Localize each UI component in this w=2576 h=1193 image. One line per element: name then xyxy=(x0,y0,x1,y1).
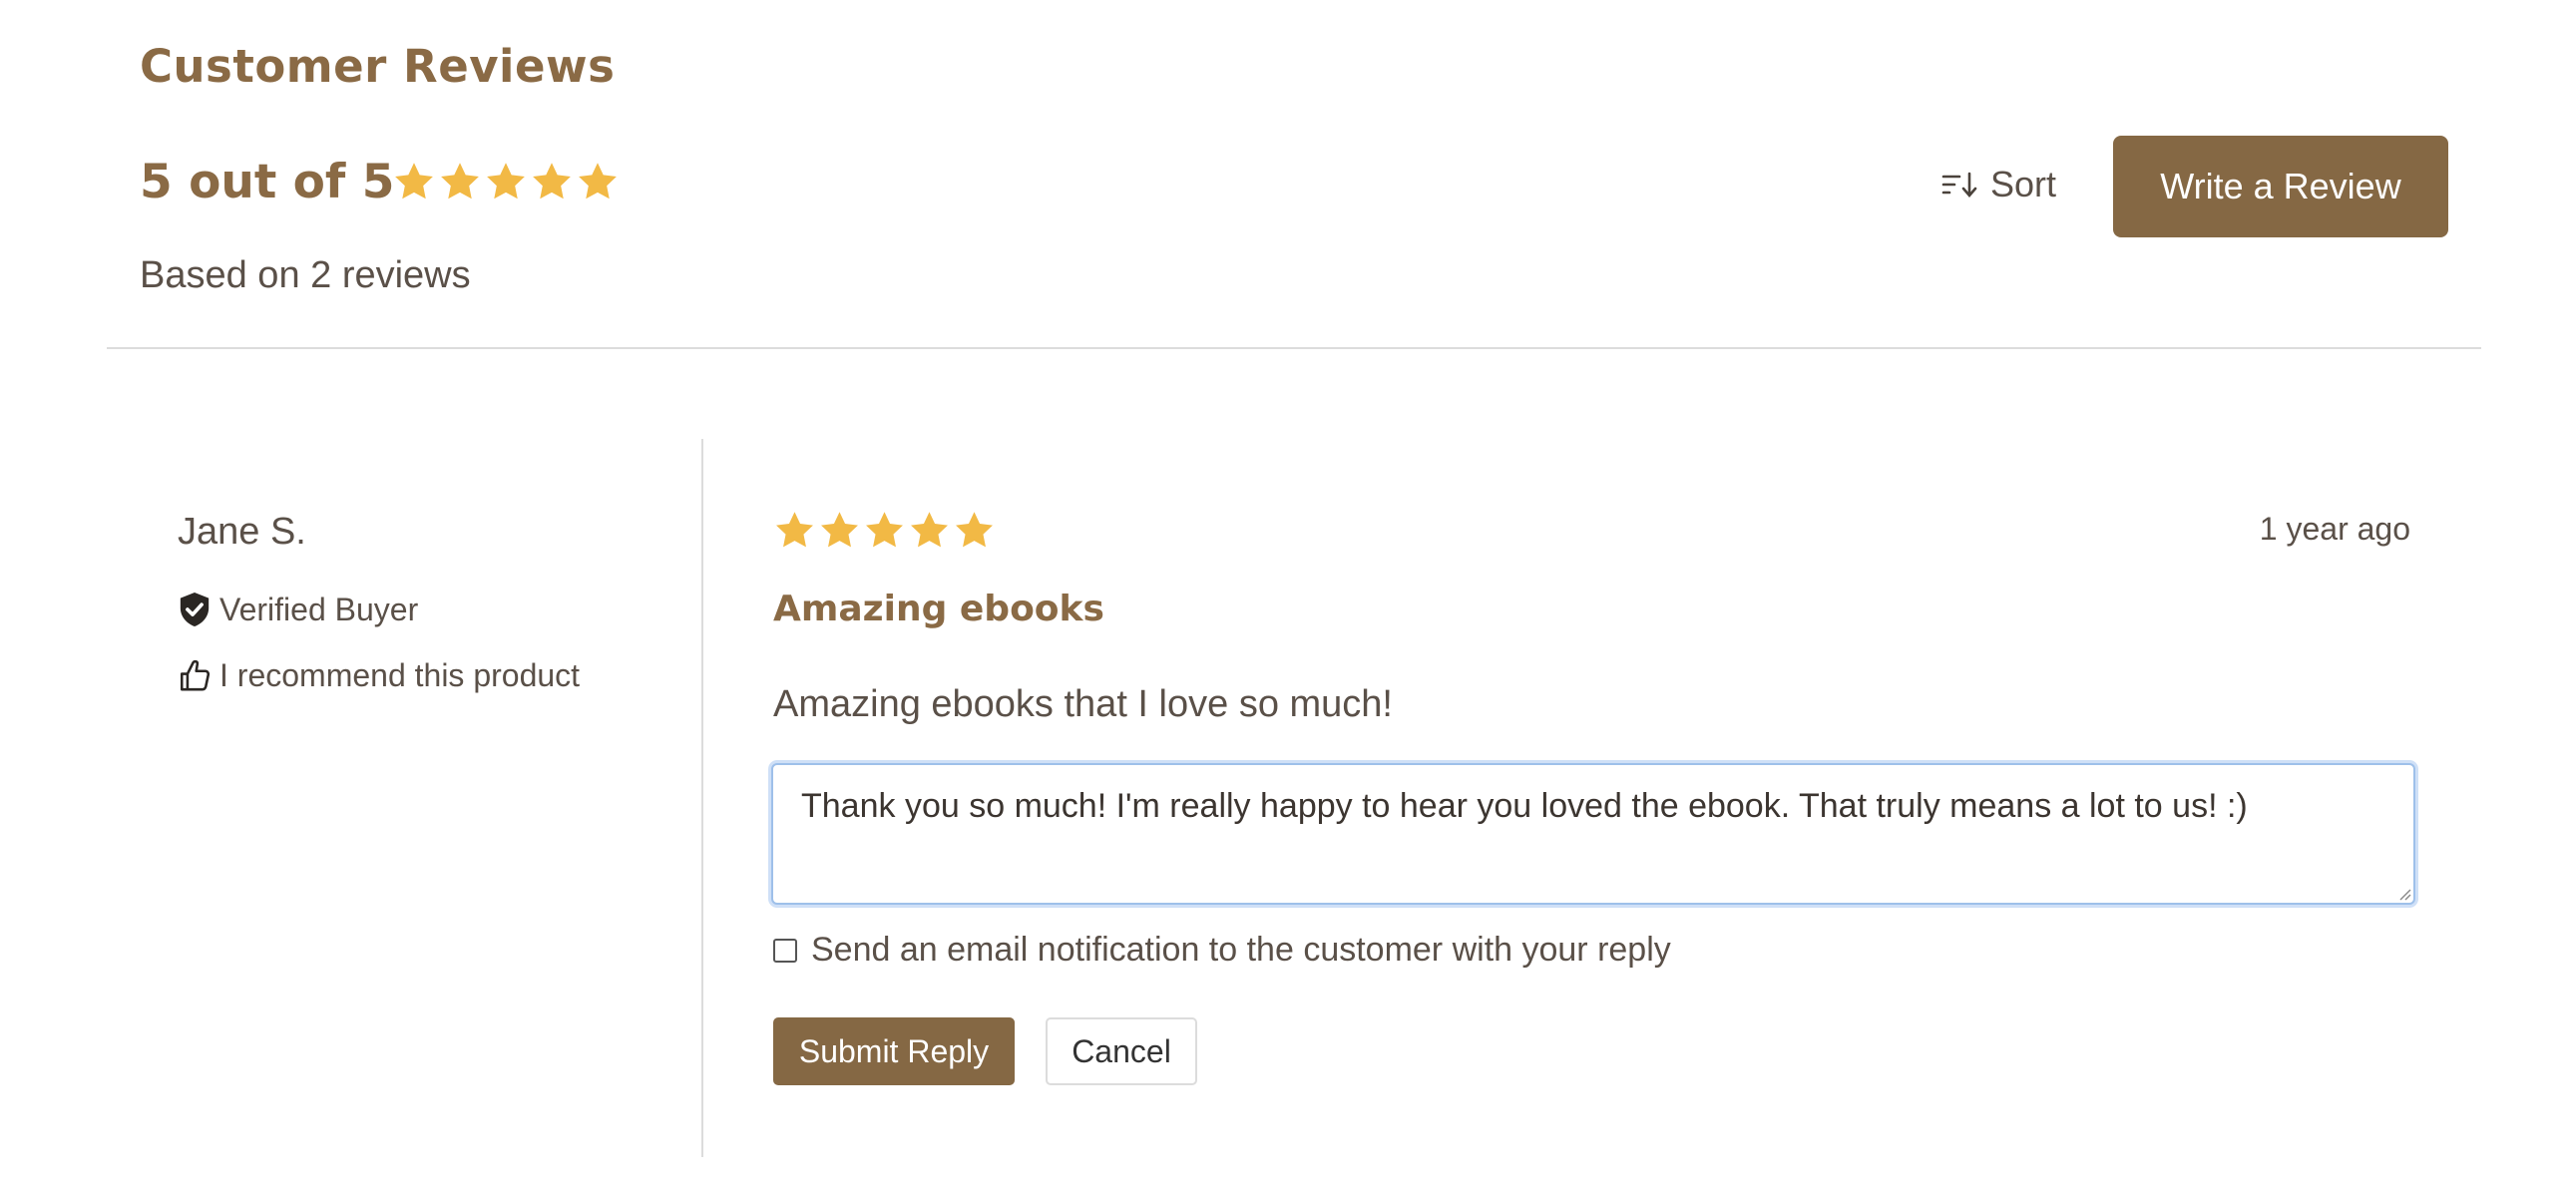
recommend-label: I recommend this product xyxy=(219,656,581,693)
cancel-button[interactable]: Cancel xyxy=(1046,1017,1197,1085)
reviews-page: Customer Reviews 5 out of 5 Based on 2 r… xyxy=(0,0,2576,1193)
review-column-divider xyxy=(701,439,703,1157)
sort-icon xyxy=(1941,172,1977,198)
submit-reply-button[interactable]: Submit Reply xyxy=(773,1017,1015,1085)
reply-textarea-wrapper: Thank you so much! I'm really happy to h… xyxy=(771,763,2415,905)
sort-label: Sort xyxy=(1990,164,2057,204)
verified-buyer-label: Verified Buyer xyxy=(219,591,419,627)
page-title: Customer Reviews xyxy=(140,40,616,93)
write-review-button[interactable]: Write a Review xyxy=(2113,136,2448,237)
review-timestamp: 1 year ago xyxy=(2259,511,2410,547)
star-icon xyxy=(866,512,903,548)
star-icon xyxy=(956,512,993,548)
star-icon xyxy=(911,512,948,548)
thumbs-up-icon xyxy=(180,659,211,691)
reply-textarea[interactable]: Thank you so much! I'm really happy to h… xyxy=(773,765,2413,903)
star-icon xyxy=(821,512,858,548)
resize-handle-icon[interactable] xyxy=(2397,887,2411,901)
email-notification-label: Send an email notification to the custom… xyxy=(811,931,1671,969)
summary-score: 5 out of 5 xyxy=(140,155,395,209)
recommend-badge: I recommend this product xyxy=(178,656,580,694)
star-icon xyxy=(487,163,525,199)
email-notification-option[interactable]: Send an email notification to the custom… xyxy=(773,931,1671,970)
review-body: Amazing ebooks that I love so much! xyxy=(773,683,1393,725)
shield-check-icon xyxy=(180,593,210,626)
review-title: Amazing ebooks xyxy=(773,589,1104,629)
summary-rating-stars xyxy=(392,160,620,203)
verified-buyer-badge: Verified Buyer xyxy=(178,591,418,628)
star-icon xyxy=(579,163,617,199)
review-author: Jane S. xyxy=(178,511,306,553)
review-count-text: Based on 2 reviews xyxy=(140,254,471,296)
header-divider xyxy=(107,347,2481,349)
star-icon xyxy=(776,512,813,548)
review-rating-stars xyxy=(773,509,996,552)
star-icon xyxy=(533,163,571,199)
star-icon xyxy=(395,163,433,199)
star-icon xyxy=(441,163,479,199)
email-notification-checkbox[interactable] xyxy=(773,938,797,963)
sort-button[interactable]: Sort xyxy=(1940,160,2056,209)
